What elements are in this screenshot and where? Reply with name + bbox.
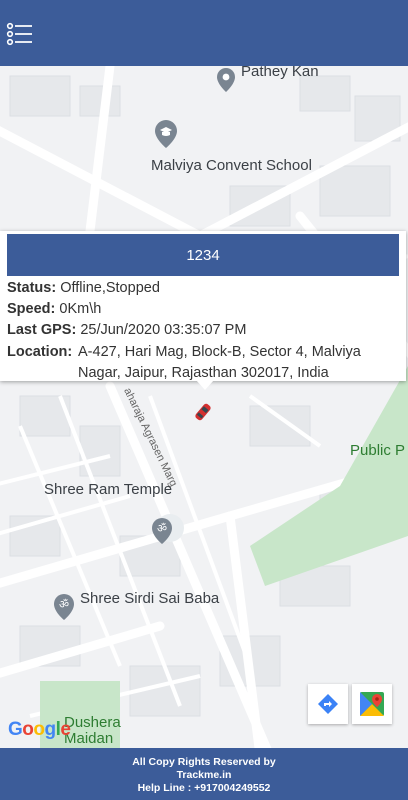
footer: All Copy Rights Reserved by Trackme.in H… [0, 748, 408, 800]
location-label: Location: [7, 344, 73, 360]
directions-button[interactable] [308, 684, 348, 724]
google-maps-button[interactable] [352, 684, 392, 724]
status-label: Status: [7, 280, 57, 296]
location-row: Location: A-427, Hari Mag, Block-B, Sect… [7, 342, 399, 381]
location-line-2: Nagar, Jaipur, Rajasthan 302017, India [78, 365, 329, 381]
footer-helpline[interactable]: Help Line : +917004249552 [0, 782, 408, 795]
public-park-label: Public P [350, 442, 406, 459]
dushera-label-line2: Maidan [64, 730, 114, 747]
google-logo: Google [8, 719, 71, 740]
footer-copyright: All Copy Rights Reserved by [132, 756, 276, 768]
location-line-1: A-427, Hari Mag, Block-B, Sector 4, Malv… [78, 344, 361, 360]
location-value: A-427, Hari Mag, Block-B, Sector 4, Malv… [78, 342, 378, 384]
shree-sirdi-sai-baba-label: Shree Sirdi Sai Baba [80, 590, 220, 607]
map-view[interactable]: ॐ ॐ Pathey Kan Malviya Convent School ah… [0, 66, 408, 748]
svg-text:ॐ: ॐ [59, 598, 69, 611]
menu-button[interactable] [6, 22, 34, 46]
svg-text:ॐ: ॐ [157, 522, 167, 535]
malviya-convent-school-label: Malviya Convent School [151, 157, 312, 174]
last-gps-row: Last GPS: 25/Jun/2020 03:35:07 PM [7, 320, 246, 341]
pathey-kan-label: Pathey Kan [241, 66, 319, 80]
dushera-maidan-label: Dushera Maidan [64, 715, 121, 747]
shree-ram-temple-label: Shree Ram Temple [44, 481, 173, 498]
directions-icon [318, 694, 338, 714]
last-gps-label: Last GPS: [7, 322, 77, 338]
status-value: Offline,Stopped [60, 280, 160, 296]
dushera-label-line1: Dushera [64, 714, 121, 731]
menu-list-icon [6, 22, 32, 46]
speed-row: Speed: 0Km\h [7, 299, 101, 320]
vehicle-info-window: 1234 Status: Offline,Stopped Speed: 0Km\… [0, 231, 406, 381]
last-gps-value: 25/Jun/2020 03:35:07 PM [80, 322, 247, 338]
footer-website[interactable]: Trackme.in [0, 769, 408, 782]
speed-value: 0Km\h [59, 301, 102, 317]
info-window-pointer [196, 380, 214, 390]
speed-label: Speed: [7, 301, 56, 317]
google-maps-icon [360, 692, 384, 716]
status-row: Status: Offline,Stopped [7, 278, 160, 299]
app-bar [0, 0, 408, 66]
vehicle-id-header[interactable]: 1234 [7, 234, 399, 276]
